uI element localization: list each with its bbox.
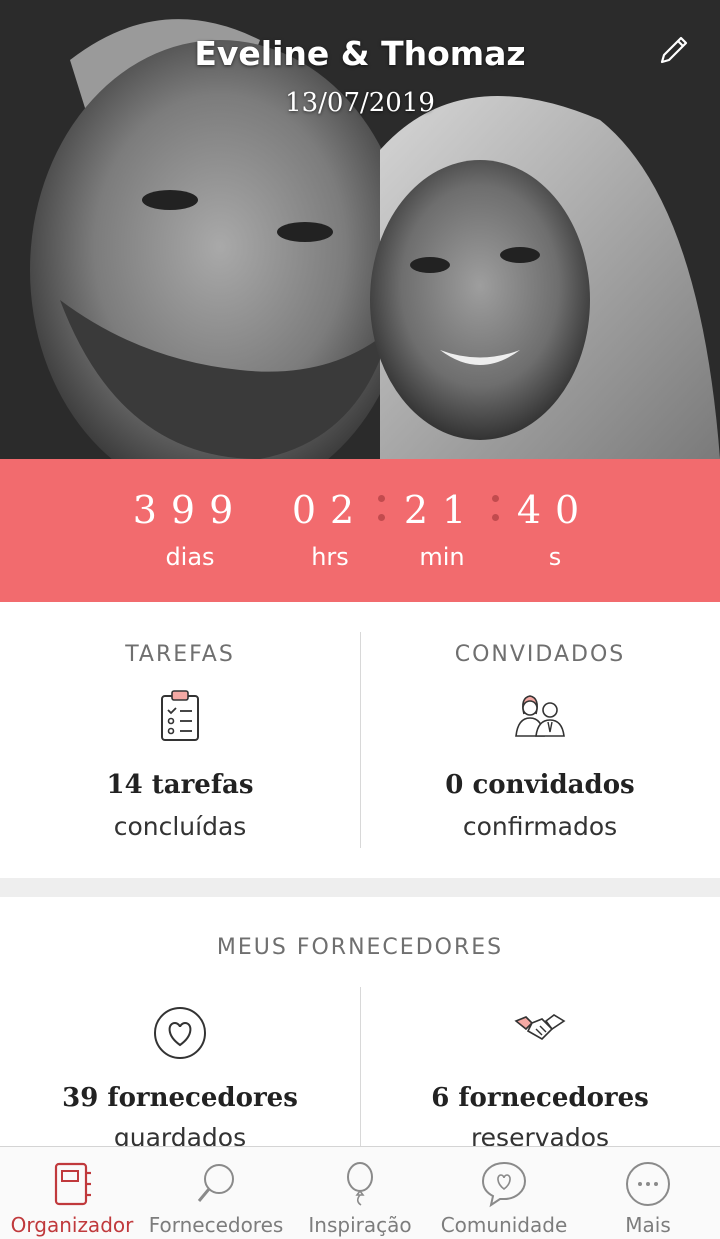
time-separator xyxy=(378,495,386,533)
saved-vendors-subtitle: guardados xyxy=(113,1123,247,1147)
minutes-label: min xyxy=(419,543,465,571)
notebook-icon xyxy=(54,1162,91,1206)
clipboard-checklist-icon xyxy=(161,690,199,741)
nav-label: Comunidade xyxy=(440,1213,568,1237)
handshake-icon xyxy=(514,1014,566,1040)
saved-vendors-card[interactable]: 39 fornecedores guardados xyxy=(0,897,360,1147)
guests-title: CONVIDADOS xyxy=(454,642,626,667)
nav-mais[interactable]: Mais xyxy=(576,1147,720,1239)
couple-names: Eveline & Thomaz xyxy=(194,34,526,73)
hours-label: hrs xyxy=(311,543,349,571)
booked-vendors-subtitle: reservados xyxy=(470,1123,610,1147)
nav-label: Mais xyxy=(625,1213,671,1237)
seconds-value: 40 xyxy=(516,488,594,532)
section-separator xyxy=(0,878,720,897)
days-value: 399 xyxy=(132,488,248,532)
nav-inspiracao[interactable]: Inspiração xyxy=(288,1147,432,1239)
bottom-navigation: Organizador Fornecedores Inspiração Comu… xyxy=(0,1146,720,1239)
nav-fornecedores[interactable]: Fornecedores xyxy=(144,1147,288,1239)
tasks-card[interactable]: TAREFAS 14 tarefas concluídas xyxy=(0,602,360,878)
more-dots-icon xyxy=(626,1162,670,1206)
nav-label: Organizador xyxy=(10,1213,134,1237)
guests-subtitle: confirmados xyxy=(462,812,618,841)
minutes-value: 21 xyxy=(403,488,481,532)
chat-heart-icon xyxy=(481,1161,527,1208)
booked-vendors-count: 6 fornecedores xyxy=(431,1083,649,1113)
seconds-label: s xyxy=(548,543,562,571)
saved-vendors-count: 39 fornecedores xyxy=(62,1083,298,1113)
nav-organizador[interactable]: Organizador xyxy=(0,1147,144,1239)
heart-circle-icon xyxy=(154,1007,206,1059)
tasks-subtitle: concluídas xyxy=(113,812,247,841)
countdown-hours: 02 hrs xyxy=(280,485,380,571)
countdown-minutes: 21 min xyxy=(392,485,492,571)
booked-vendors-card[interactable]: 6 fornecedores reservados xyxy=(360,897,720,1147)
tasks-count: 14 tarefas xyxy=(106,770,254,800)
countdown-days: 399 dias xyxy=(120,485,260,571)
tasks-title: TAREFAS xyxy=(125,642,235,667)
nav-comunidade[interactable]: Comunidade xyxy=(432,1147,576,1239)
magnifier-icon xyxy=(197,1164,234,1202)
balloon-icon xyxy=(347,1162,373,1206)
days-label: dias xyxy=(165,543,215,571)
edit-button[interactable] xyxy=(656,32,692,68)
cover-photo: Eveline & Thomaz 13/07/2019 xyxy=(0,0,720,459)
pencil-icon xyxy=(660,36,688,64)
guests-card[interactable]: CONVIDADOS 0 convidados confirmados xyxy=(360,602,720,878)
guests-count: 0 convidados xyxy=(445,770,635,800)
summary-section: TAREFAS 14 tarefas concluídas CONVIDADOS… xyxy=(0,602,720,878)
hours-value: 02 xyxy=(291,488,369,532)
vendors-section: MEUS FORNECEDORES 39 fornecedores guarda… xyxy=(0,897,720,1147)
nav-label: Inspiração xyxy=(308,1213,412,1237)
couple-icon xyxy=(515,695,565,737)
countdown-banner: 399 dias 02 hrs 21 min 40 s xyxy=(0,459,720,602)
time-separator xyxy=(492,495,500,533)
nav-label: Fornecedores xyxy=(148,1213,284,1237)
wedding-date: 13/07/2019 xyxy=(285,88,435,118)
countdown-seconds: 40 s xyxy=(505,485,605,571)
